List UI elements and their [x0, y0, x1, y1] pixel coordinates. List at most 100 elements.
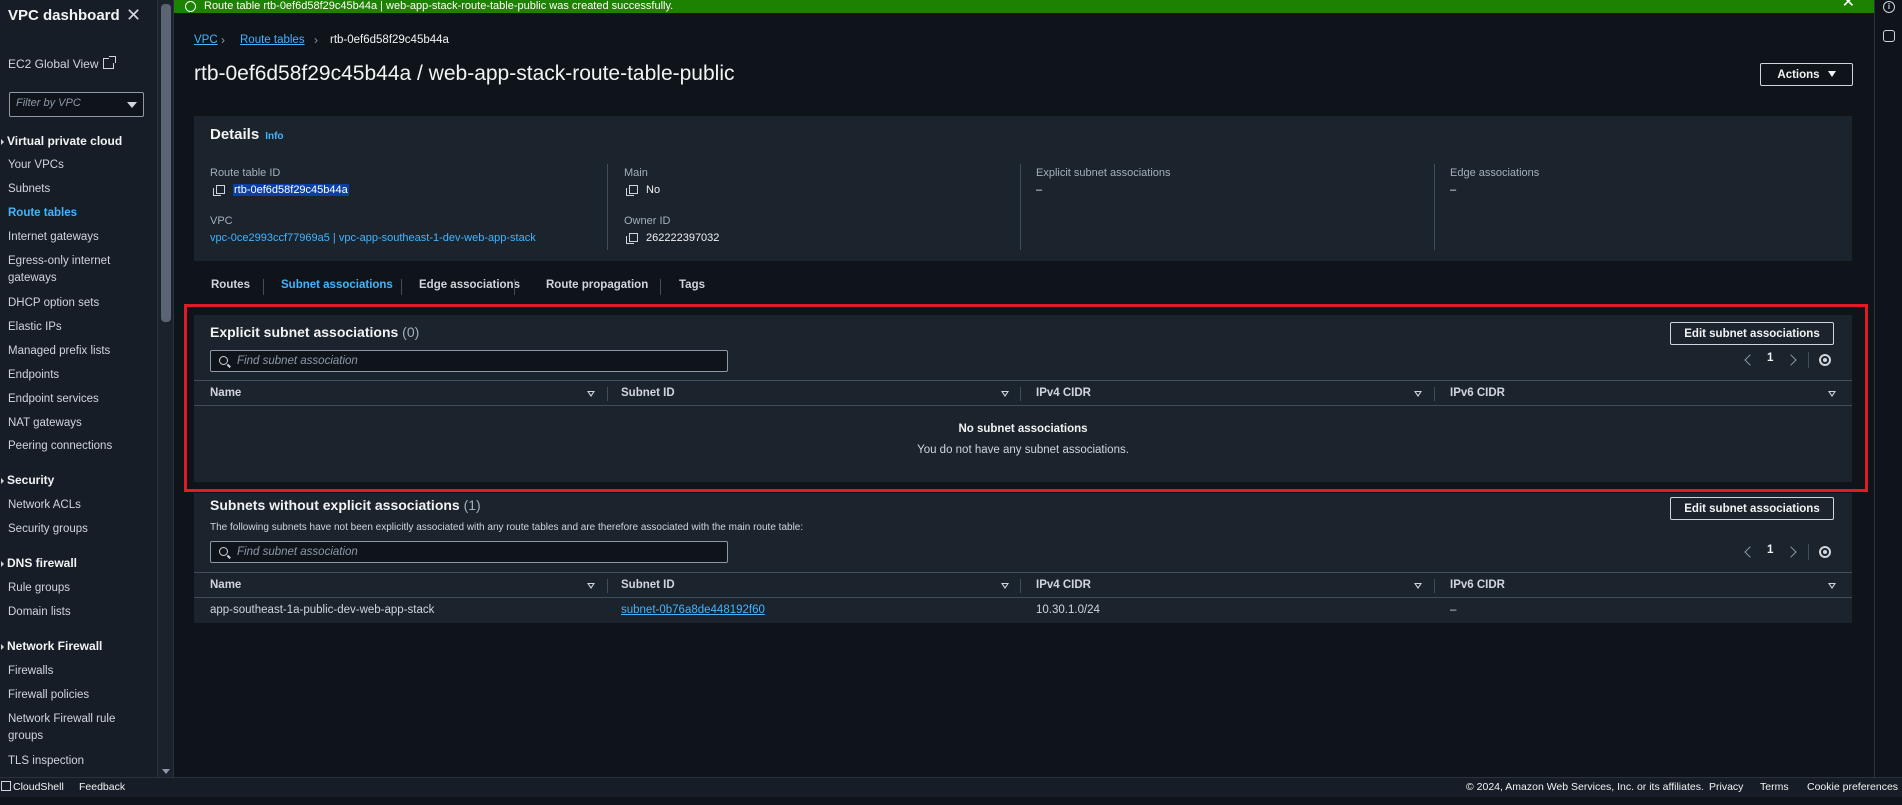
sort-caret-icon[interactable] [1828, 583, 1836, 589]
privacy-link[interactable]: Privacy [1709, 781, 1743, 793]
cookie-preferences-link[interactable]: Cookie preferences [1807, 781, 1898, 793]
column-divider[interactable] [1020, 579, 1021, 593]
sidebar-item-endpoints[interactable]: Endpoints [8, 367, 148, 384]
sidebar-item-firewalls[interactable]: Firewalls [8, 663, 148, 680]
sidebar-item-network-acls[interactable]: Network ACLs [8, 497, 148, 514]
sort-caret-icon[interactable] [587, 583, 595, 589]
search-input[interactable]: Find subnet association [210, 541, 728, 563]
sidebar-item-elastic-ips[interactable]: Elastic IPs [8, 319, 148, 336]
close-icon[interactable]: ✕ [1842, 0, 1855, 11]
sidebar-item-rule-groups[interactable]: Rule groups [8, 580, 148, 597]
info-icon[interactable]: i [1883, 1, 1895, 13]
empty-state-message: You do not have any subnet associations. [917, 444, 1129, 456]
breadcrumb-route-tables[interactable]: Route tables [240, 34, 305, 46]
column-divider[interactable] [1434, 579, 1435, 593]
tab-tags[interactable]: Tags [679, 279, 705, 291]
terms-link[interactable]: Terms [1760, 781, 1789, 793]
copy-icon[interactable] [626, 185, 638, 196]
edge-associations-label: Edge associations [1450, 167, 1540, 179]
column-header-ipv4-cidr[interactable]: IPv4 CIDR [1036, 579, 1091, 591]
sidebar-item-domain-lists[interactable]: Domain lists [8, 604, 148, 621]
sort-caret-icon[interactable] [1414, 583, 1422, 589]
sidebar-item-dhcp-option-sets[interactable]: DHCP option sets [8, 295, 148, 312]
sidebar-item-managed-prefix-lists[interactable]: Managed prefix lists [8, 343, 148, 360]
tab-routes[interactable]: Routes [211, 279, 250, 291]
chevron-left-icon[interactable] [1744, 546, 1756, 558]
chevron-right-icon[interactable] [1785, 354, 1797, 366]
sidebar-scrollbar[interactable] [158, 0, 174, 777]
sidebar-item-network-firewall-rule-groups[interactable]: Network Firewall rule groups [8, 711, 148, 745]
edit-subnet-associations-button[interactable]: Edit subnet associations [1670, 497, 1834, 520]
sidebar-item-route-tables[interactable]: Route tables [8, 205, 148, 222]
sidebar-item-egress-only-internet-gateways[interactable]: Egress-only internet gateways [8, 253, 148, 287]
column-divider[interactable] [607, 387, 608, 401]
copy-icon[interactable] [213, 185, 225, 196]
column-header-subnet-id[interactable]: Subnet ID [621, 579, 675, 591]
sidebar-item-peering-connections[interactable]: Peering connections [8, 438, 148, 455]
page-number[interactable]: 1 [1767, 544, 1773, 556]
column-header-subnet-id[interactable]: Subnet ID [621, 387, 675, 399]
filter-by-vpc-select[interactable]: Filter by VPC [9, 92, 144, 117]
close-icon[interactable]: ✕ [126, 5, 141, 26]
sidebar-item-security-groups[interactable]: Security groups [8, 521, 148, 538]
sort-caret-icon[interactable] [1001, 391, 1009, 397]
column-divider[interactable] [607, 579, 608, 593]
notifications-icon[interactable] [1883, 30, 1895, 42]
route-table-id-value: rtb-0ef6d58f29c45b44a [213, 184, 349, 196]
sidebar-title: VPC dashboard [8, 7, 120, 24]
scrollbar-thumb[interactable] [161, 4, 171, 322]
search-input[interactable]: Find subnet association [210, 350, 728, 372]
sidebar-item-tls-inspection[interactable]: TLS inspection [8, 753, 148, 770]
bottom-strip [0, 797, 1902, 805]
actions-button[interactable]: Actions [1760, 63, 1853, 86]
sort-caret-icon[interactable] [1414, 391, 1422, 397]
cloudshell-link[interactable]: CloudShell [13, 781, 64, 793]
column-divider[interactable] [1434, 387, 1435, 401]
sidebar-section-virtual-private-cloud[interactable]: Virtual private cloud [0, 134, 122, 148]
chevron-left-icon[interactable] [1744, 354, 1756, 366]
copyright-text: © 2024, Amazon Web Services, Inc. or its… [1466, 781, 1704, 793]
copy-icon[interactable] [626, 233, 638, 244]
sidebar-item-endpoint-services[interactable]: Endpoint services [8, 391, 148, 408]
sidebar-item-your-vpcs[interactable]: Your VPCs [8, 157, 148, 174]
column-header-ipv6-cidr[interactable]: IPv6 CIDR [1450, 387, 1505, 399]
cloudshell-icon[interactable] [1, 781, 11, 791]
search-placeholder: Find subnet association [237, 546, 358, 558]
page-number[interactable]: 1 [1767, 352, 1773, 364]
edit-subnet-associations-button[interactable]: Edit subnet associations [1670, 322, 1834, 345]
gear-icon[interactable] [1819, 546, 1831, 558]
tab-route-propagation[interactable]: Route propagation [546, 279, 648, 291]
sidebar-item-internet-gateways[interactable]: Internet gateways [8, 229, 148, 246]
sort-caret-icon[interactable] [1001, 583, 1009, 589]
sidebar-item-firewall-policies[interactable]: Firewall policies [8, 687, 148, 704]
sidebar-section-security[interactable]: Security [0, 473, 54, 487]
column-header-name[interactable]: Name [210, 387, 241, 399]
cell-subnet-id-link[interactable]: subnet-0b76a8de448192f60 [621, 604, 765, 616]
explicit-associations-heading: Explicit subnet associations (0) [210, 324, 419, 340]
column-divider[interactable] [1020, 387, 1021, 401]
chevron-right-icon: › [221, 33, 225, 47]
sidebar-item-nat-gateways[interactable]: NAT gateways [8, 415, 148, 432]
sidebar-section-network-firewall[interactable]: Network Firewall [0, 639, 102, 653]
vpc-link[interactable]: vpc-0ce2993ccf77969a5 | vpc-app-southeas… [210, 232, 536, 244]
column-header-name[interactable]: Name [210, 579, 241, 591]
chevron-right-icon[interactable] [1785, 546, 1797, 558]
breadcrumb-current: rtb-0ef6d58f29c45b44a [330, 34, 449, 46]
column-header-ipv6-cidr[interactable]: IPv6 CIDR [1450, 579, 1505, 591]
info-link[interactable]: Info [265, 131, 283, 142]
tab-subnet-associations[interactable]: Subnet associations [281, 279, 393, 291]
sort-caret-icon[interactable] [587, 391, 595, 397]
sidebar-section-dns-firewall[interactable]: DNS firewall [0, 556, 77, 570]
footer: CloudShell Feedback © 2024, Amazon Web S… [0, 777, 1902, 797]
scroll-down-arrow[interactable] [162, 769, 170, 774]
sidebar-item-ec2-global-view[interactable]: EC2 Global View [8, 56, 116, 71]
feedback-link[interactable]: Feedback [79, 781, 125, 793]
sort-caret-icon[interactable] [1828, 391, 1836, 397]
breadcrumb-vpc[interactable]: VPC [194, 34, 218, 46]
sidebar-item-subnets[interactable]: Subnets [8, 181, 148, 198]
column-header-ipv4-cidr[interactable]: IPv4 CIDR [1036, 387, 1091, 399]
external-link-icon [102, 56, 116, 69]
owner-id-text: 262222397032 [646, 232, 720, 244]
tab-edge-associations[interactable]: Edge associations [419, 279, 520, 291]
gear-icon[interactable] [1819, 354, 1831, 366]
